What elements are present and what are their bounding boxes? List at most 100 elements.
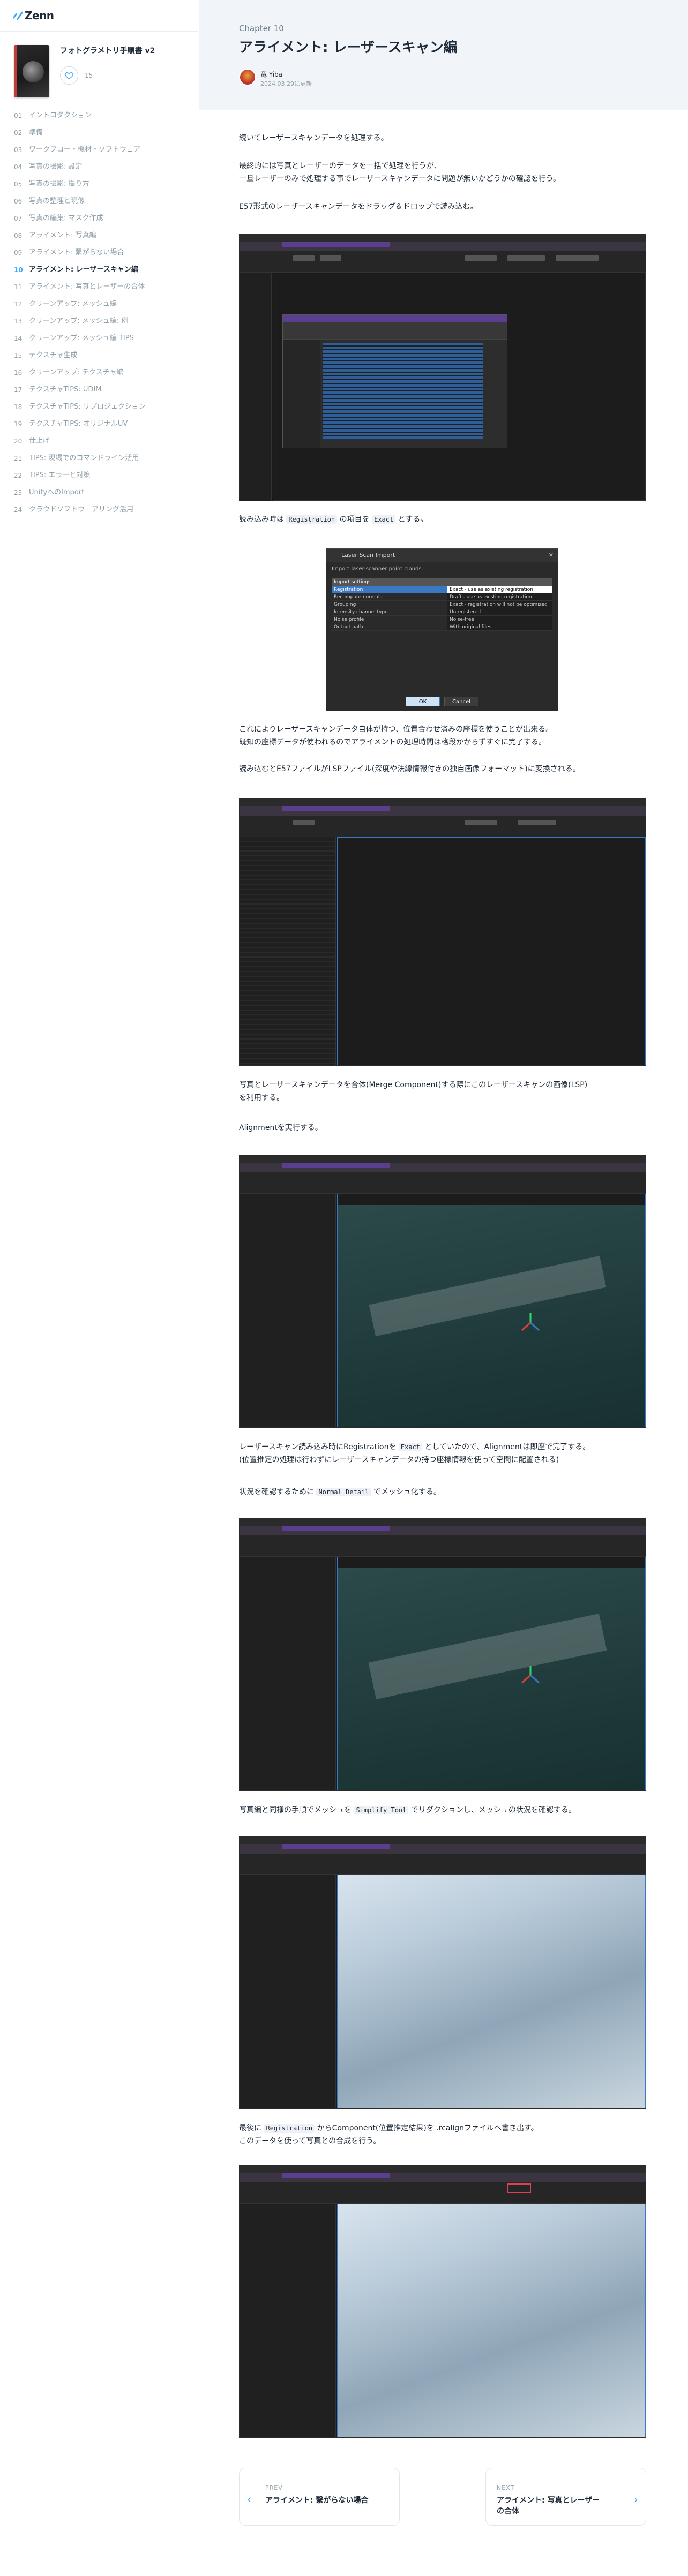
setting-key: Recompute normals — [334, 594, 383, 600]
chapter-number: 19 — [14, 420, 23, 428]
book-cover-image[interactable] — [14, 45, 49, 97]
chapter-item-11[interactable]: 11 アライメント: 写真とレーザーの合体 — [14, 278, 185, 296]
chapter-label: アライメント: レーザースキャン編 — [29, 266, 138, 274]
screenshot-simplified-mesh — [239, 1836, 646, 2109]
chapter-label: クリーンアップ: メッシュ編: 例 — [29, 317, 129, 325]
screenshot-file-import — [239, 234, 646, 501]
chapter-item-03[interactable]: 03 ワークフロー・機材・ソフトウェア — [14, 141, 185, 159]
chapter-item-09[interactable]: 09 アライメント: 繋がらない場合 — [14, 244, 185, 261]
chapter-title: アライメント: レーザースキャン編 — [239, 40, 458, 56]
author-avatar[interactable] — [239, 69, 256, 86]
chapter-header: Chapter 10 アライメント: レーザースキャン編 竜 Yiba 2024… — [199, 0, 688, 110]
dialog-setting-row: Intensity channel type Unregistered — [332, 608, 552, 616]
chapter-number: 22 — [14, 472, 23, 479]
dialog-setting-row: Output path With original files — [332, 623, 552, 631]
like-button[interactable] — [60, 66, 78, 85]
next-chapter-link[interactable]: NEXT アライメント: 写真とレーザー の合体 › — [485, 2468, 646, 2526]
chapter-item-18[interactable]: 18 テクスチャTIPS: リプロジェクション — [14, 398, 185, 416]
inline-code: Registration — [286, 515, 338, 524]
setting-value: Exact - use as existing registration — [447, 586, 552, 593]
inline-code: Simplify Tool — [354, 1806, 409, 1814]
chapter-number: 06 — [14, 198, 23, 205]
setting-value: Exact - registration will not be optimiz… — [447, 601, 552, 608]
chapter-item-13[interactable]: 13 クリーンアップ: メッシュ編: 例 — [14, 313, 185, 330]
inline-code: Registration — [264, 2124, 315, 2133]
screenshot-export-rcalign — [239, 2165, 646, 2438]
setting-value: Noise-free — [447, 616, 552, 623]
chapter-label: クリーンアップ: メッシュ編 — [29, 300, 117, 308]
chapter-number: 10 — [14, 266, 23, 274]
chapter-item-19[interactable]: 19 テクスチャTIPS: オリジナルUV — [14, 416, 185, 433]
chapter-number: 08 — [14, 232, 23, 239]
chapter-item-05[interactable]: 05 写真の撮影: 撮り方 — [14, 176, 185, 193]
sidebar-divider — [0, 31, 198, 32]
chapter-item-22[interactable]: 22 TIPS: エラーと対策 — [14, 467, 185, 484]
chapter-item-01[interactable]: 01 イントロダクション — [14, 107, 185, 124]
chapter-label: UnityへのImport — [29, 488, 85, 496]
setting-key: Registration — [332, 586, 447, 593]
screenshot-normal-detail-mesh — [239, 1518, 646, 1791]
screenshot-laser-scan-dialog: Laser Scan Import ✕ Import laser-scanner… — [326, 548, 558, 711]
chapter-label: アライメント: 写真とレーザーの合体 — [29, 283, 145, 291]
next-title: アライメント: 写真とレーザー の合体 — [497, 2496, 600, 2515]
chapter-number: 05 — [14, 180, 23, 188]
dialog-section: Import settings — [332, 578, 552, 586]
dialog-subtitle: Import laser-scanner point clouds. — [332, 566, 423, 572]
chapter-item-16[interactable]: 16 クリーンアップ: テクスチャ編 — [14, 364, 185, 381]
chapter-item-14[interactable]: 14 クリーンアップ: メッシュ編 TIPS — [14, 330, 185, 347]
chapter-item-15[interactable]: 15 テクスチャ生成 — [14, 347, 185, 364]
chapter-list: 01 イントロダクション 02 準備 03 ワークフロー・機材・ソフトウェア 04 写真の撮影… — [14, 107, 185, 518]
zenn-logo-icon — [12, 11, 24, 20]
paragraph: Alignmentを実行する。 — [239, 1124, 323, 1132]
chapter-item-10[interactable]: 10 アライメント: レーザースキャン編 — [14, 261, 185, 278]
prev-chapter-link[interactable]: ‹ PREV アライメント: 繋がらない場合 — [239, 2468, 400, 2526]
dialog-setting-row: Registration Exact - use as existing regi… — [332, 586, 552, 593]
chapter-number: 14 — [14, 335, 23, 342]
chapter-label: ワークフロー・機材・ソフトウェア — [29, 146, 141, 154]
zenn-logo[interactable]: Zenn — [12, 9, 54, 22]
chapter-item-12[interactable]: 12 クリーンアップ: メッシュ編 — [14, 296, 185, 313]
paragraph: 写真編と同様の手順でメッシュを Simplify Tool でリダクションし、メ… — [239, 1806, 576, 1814]
dialog-ok-button: OK — [406, 697, 440, 706]
chapter-item-08[interactable]: 08 アライメント: 写真編 — [14, 227, 185, 244]
screenshot-alignment — [239, 1155, 646, 1428]
chapter-number: 24 — [14, 506, 23, 514]
chapter-label: 準備 — [29, 129, 43, 137]
chapter-item-23[interactable]: 23 UnityへのImport — [14, 484, 185, 501]
paragraph: 読み込み時は Registration の項目を Exact とする。 — [239, 515, 428, 524]
chapter-item-02[interactable]: 02 準備 — [14, 124, 185, 141]
chapter-item-20[interactable]: 20 仕上げ — [14, 433, 185, 450]
dialog-title: Laser Scan Import — [341, 552, 395, 559]
chapter-label: クラウドソフトウェアリング活用 — [29, 506, 134, 514]
chapter-number: 07 — [14, 215, 23, 222]
chapter-item-06[interactable]: 06 写真の整理と現像 — [14, 193, 185, 210]
chapter-item-04[interactable]: 04 写真の撮影: 設定 — [14, 159, 185, 176]
inline-code: Normal Detail — [316, 1488, 371, 1496]
chapter-label: 写真の撮影: 撮り方 — [29, 180, 89, 188]
chapter-item-07[interactable]: 07 写真の編集: マスク作成 — [14, 210, 185, 227]
chapter-label: 写真の撮影: 設定 — [29, 163, 83, 171]
chapter-label: 写真の編集: マスク作成 — [29, 214, 103, 222]
chapter-label: テクスチャ生成 — [29, 351, 78, 359]
chapter-label: テクスチャTIPS: UDIM — [29, 386, 102, 394]
chapter-number: 16 — [14, 369, 23, 376]
chapter-item-17[interactable]: 17 テクスチャTIPS: UDIM — [14, 381, 185, 398]
chapter-item-24[interactable]: 24 クラウドソフトウェアリング活用 — [14, 501, 185, 518]
chapter-number: 02 — [14, 129, 23, 137]
paragraph: 最終的には写真とレーザーのデータを一括で処理を行うが、 一旦レーザーのみで処理す… — [239, 162, 560, 183]
heart-icon — [65, 72, 73, 79]
prev-label: PREV — [265, 2484, 283, 2491]
author-name[interactable]: 竜 Yiba — [260, 70, 282, 79]
chapter-number: 21 — [14, 455, 23, 462]
screenshot-lsp-list — [239, 798, 646, 1066]
chapter-number: 03 — [14, 146, 23, 154]
paragraph: これによりレーザースキャンデータ自体が持つ、位置合わせ済みの座標を使うことが出来… — [239, 725, 554, 747]
book-title[interactable]: フォトグラメトリ手順書 v2 — [60, 45, 155, 56]
chapter-label: 写真の整理と現像 — [29, 197, 85, 205]
prev-title: アライメント: 繋がらない場合 — [265, 2496, 369, 2505]
chapter-label: アライメント: 繋がらない場合 — [29, 248, 124, 257]
chevron-left-icon: ‹ — [247, 2493, 251, 2506]
chapter-number: 13 — [14, 318, 23, 325]
chapter-item-21[interactable]: 21 TIPS: 現場でのコマンドライン活用 — [14, 450, 185, 467]
paragraph: レーザースキャン読み込み時にRegistrationを Exact としていたの… — [239, 1443, 590, 1464]
